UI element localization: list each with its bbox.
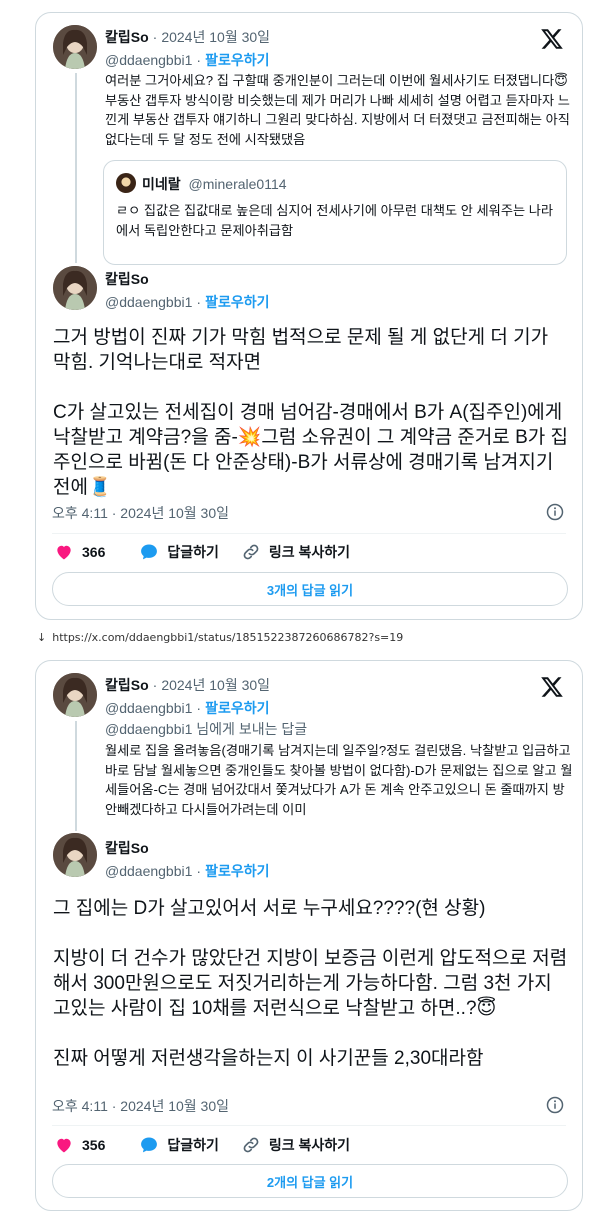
avatar[interactable] — [53, 25, 97, 69]
display-name[interactable]: 칼립So — [105, 675, 149, 695]
like-button[interactable]: 356 — [54, 1135, 117, 1155]
separator-dot: · — [196, 700, 202, 716]
handle[interactable]: @ddaengbbi1 — [105, 863, 192, 879]
follow-button[interactable]: 팔로우하기 — [205, 292, 269, 312]
tweet-paragraph: 그 집에는 D가 살고있어서 서로 누구세요????(현 상황) — [53, 898, 486, 919]
divider — [52, 1125, 566, 1126]
info-icon[interactable] — [546, 1096, 564, 1114]
tweet-paragraph: 지방이 더 건수가 많았단건 지방이 보증금 이런게 압도적으로 저렴해서 30… — [53, 948, 568, 1019]
handle-row: @ddaengbbi1 · 팔로우하기 — [105, 50, 269, 70]
main-tweet-text: 그거 방법이 진짜 기가 막힘 법적으로 문제 될 게 없단게 더 기가 막힘.… — [53, 325, 568, 500]
avatar[interactable] — [53, 673, 97, 717]
reply-button[interactable]: 답글하기 — [139, 542, 219, 562]
reply-bubble-icon — [141, 544, 158, 560]
tweet-header: 칼립So · 2024년 10월 30일 — [105, 27, 270, 47]
reply-label: 답글하기 — [167, 1137, 219, 1153]
tweet-header: 칼립So — [105, 269, 149, 289]
tweet-header: 칼립So · 2024년 10월 30일 — [105, 675, 270, 695]
tweet-date[interactable]: 2024년 10월 30일 — [161, 675, 270, 695]
avatar[interactable] — [53, 266, 97, 310]
like-count: 366 — [82, 544, 106, 560]
reply-button[interactable]: 답글하기 — [139, 1135, 219, 1155]
copy-link-label: 링크 복사하기 — [268, 1137, 351, 1153]
copy-link-button[interactable]: 링크 복사하기 — [241, 542, 350, 562]
reply-label: 답글하기 — [167, 544, 219, 560]
link-icon — [243, 544, 259, 560]
copy-link-button[interactable]: 링크 복사하기 — [241, 1135, 350, 1155]
x-logo-icon[interactable] — [540, 27, 564, 51]
follow-button[interactable]: 팔로우하기 — [205, 50, 269, 70]
quote-header: 미네랄 @minerale0114 — [142, 174, 287, 194]
source-url[interactable]: ↓ https://x.com/ddaengbbi1/status/1851522… — [37, 631, 403, 644]
action-bar: 366 답글하기 링크 복사하기 — [54, 542, 372, 562]
link-icon — [243, 1137, 259, 1153]
tweet-date[interactable]: 2024년 10월 30일 — [161, 27, 270, 47]
tweet-paragraph: C가 살고있는 전세집이 경매 넘어감-경매에서 B가 A(집주인)에게 낙찰받… — [53, 402, 568, 498]
separator-dot: · — [196, 294, 202, 310]
quote-display-name: 미네랄 — [142, 176, 181, 192]
quote-text: ㄹㅇ 집값은 집값대로 높은데 심지어 전세사기에 아무런 대책도 안 세워주는… — [116, 203, 554, 238]
quote-avatar — [116, 173, 136, 193]
follow-button[interactable]: 팔로우하기 — [205, 698, 269, 718]
separator-dot: · — [196, 52, 202, 68]
url-text: https://x.com/ddaengbbi1/status/18515223… — [52, 631, 404, 644]
handle-row: @ddaengbbi1 · 팔로우하기 — [105, 292, 269, 312]
handle-row: @ddaengbbi1 · 팔로우하기 — [105, 698, 269, 718]
display-name[interactable]: 칼립So — [105, 838, 149, 858]
separator-dot: · — [152, 677, 158, 693]
action-bar: 356 답글하기 링크 복사하기 — [54, 1135, 372, 1155]
avatar[interactable] — [53, 833, 97, 877]
handle-row: @ddaengbbi1 · 팔로우하기 — [105, 861, 269, 881]
thread-line — [75, 721, 77, 831]
tweet-header: 칼립So — [105, 838, 149, 858]
tweet-card-1: 칼립So · 2024년 10월 30일 @ddaengbbi1 · 팔로우하기… — [35, 12, 583, 620]
read-replies-button[interactable]: 3개의 답글 읽기 — [52, 572, 568, 606]
parent-tweet-text: 여러분 그거아세요? 집 구할때 중개인분이 그러는데 이번에 월세사기도 터졌… — [105, 73, 570, 147]
like-button[interactable]: 366 — [54, 542, 117, 562]
reply-to-text[interactable]: @ddaengbbi1 님에게 보내는 답글 — [105, 719, 307, 739]
follow-button[interactable]: 팔로우하기 — [205, 861, 269, 881]
tweet-card-2: 칼립So · 2024년 10월 30일 @ddaengbbi1 · 팔로우하기… — [35, 660, 583, 1211]
tweet-timestamp[interactable]: 오후 4:11 · 2024년 10월 30일 — [52, 503, 229, 523]
tweet-paragraph: 그거 방법이 진짜 기가 막힘 법적으로 문제 될 게 없단게 더 기가 막힘.… — [53, 327, 549, 373]
main-tweet-text: 그 집에는 D가 살고있어서 서로 누구세요????(현 상황) 지방이 더 건… — [53, 896, 568, 1071]
reply-to-line: @ddaengbbi1 님에게 보내는 답글 — [105, 719, 307, 739]
like-count: 356 — [82, 1137, 106, 1153]
read-replies-button[interactable]: 2개의 답글 읽기 — [52, 1164, 568, 1198]
info-icon[interactable] — [546, 503, 564, 521]
reply-bubble-icon — [141, 1137, 158, 1153]
handle[interactable]: @ddaengbbi1 — [105, 52, 192, 68]
x-logo-icon[interactable] — [540, 675, 564, 699]
heart-icon — [57, 545, 71, 560]
quote-handle: @minerale0114 — [188, 176, 287, 192]
separator-dot: · — [152, 29, 158, 45]
display-name[interactable]: 칼립So — [105, 269, 149, 289]
download-arrow-icon: ↓ — [37, 631, 47, 644]
divider — [52, 533, 566, 534]
copy-link-label: 링크 복사하기 — [268, 544, 351, 560]
parent-tweet-text: 월세로 집을 올려놓음(경매기록 남겨지는데 일주일?정도 걸린댔음. 낙찰받고… — [105, 743, 573, 817]
separator-dot: · — [196, 863, 202, 879]
thread-line — [75, 73, 77, 263]
heart-icon — [57, 1138, 71, 1153]
tweet-timestamp[interactable]: 오후 4:11 · 2024년 10월 30일 — [52, 1096, 229, 1116]
quoted-tweet[interactable]: 미네랄 @minerale0114 ㄹㅇ 집값은 집값대로 높은데 심지어 전세… — [103, 160, 567, 265]
display-name[interactable]: 칼립So — [105, 27, 149, 47]
tweet-paragraph: 진짜 어떻게 저런생각을하는지 이 사기꾼들 2,30대라함 — [53, 1048, 484, 1069]
handle[interactable]: @ddaengbbi1 — [105, 294, 192, 310]
handle[interactable]: @ddaengbbi1 — [105, 700, 192, 716]
